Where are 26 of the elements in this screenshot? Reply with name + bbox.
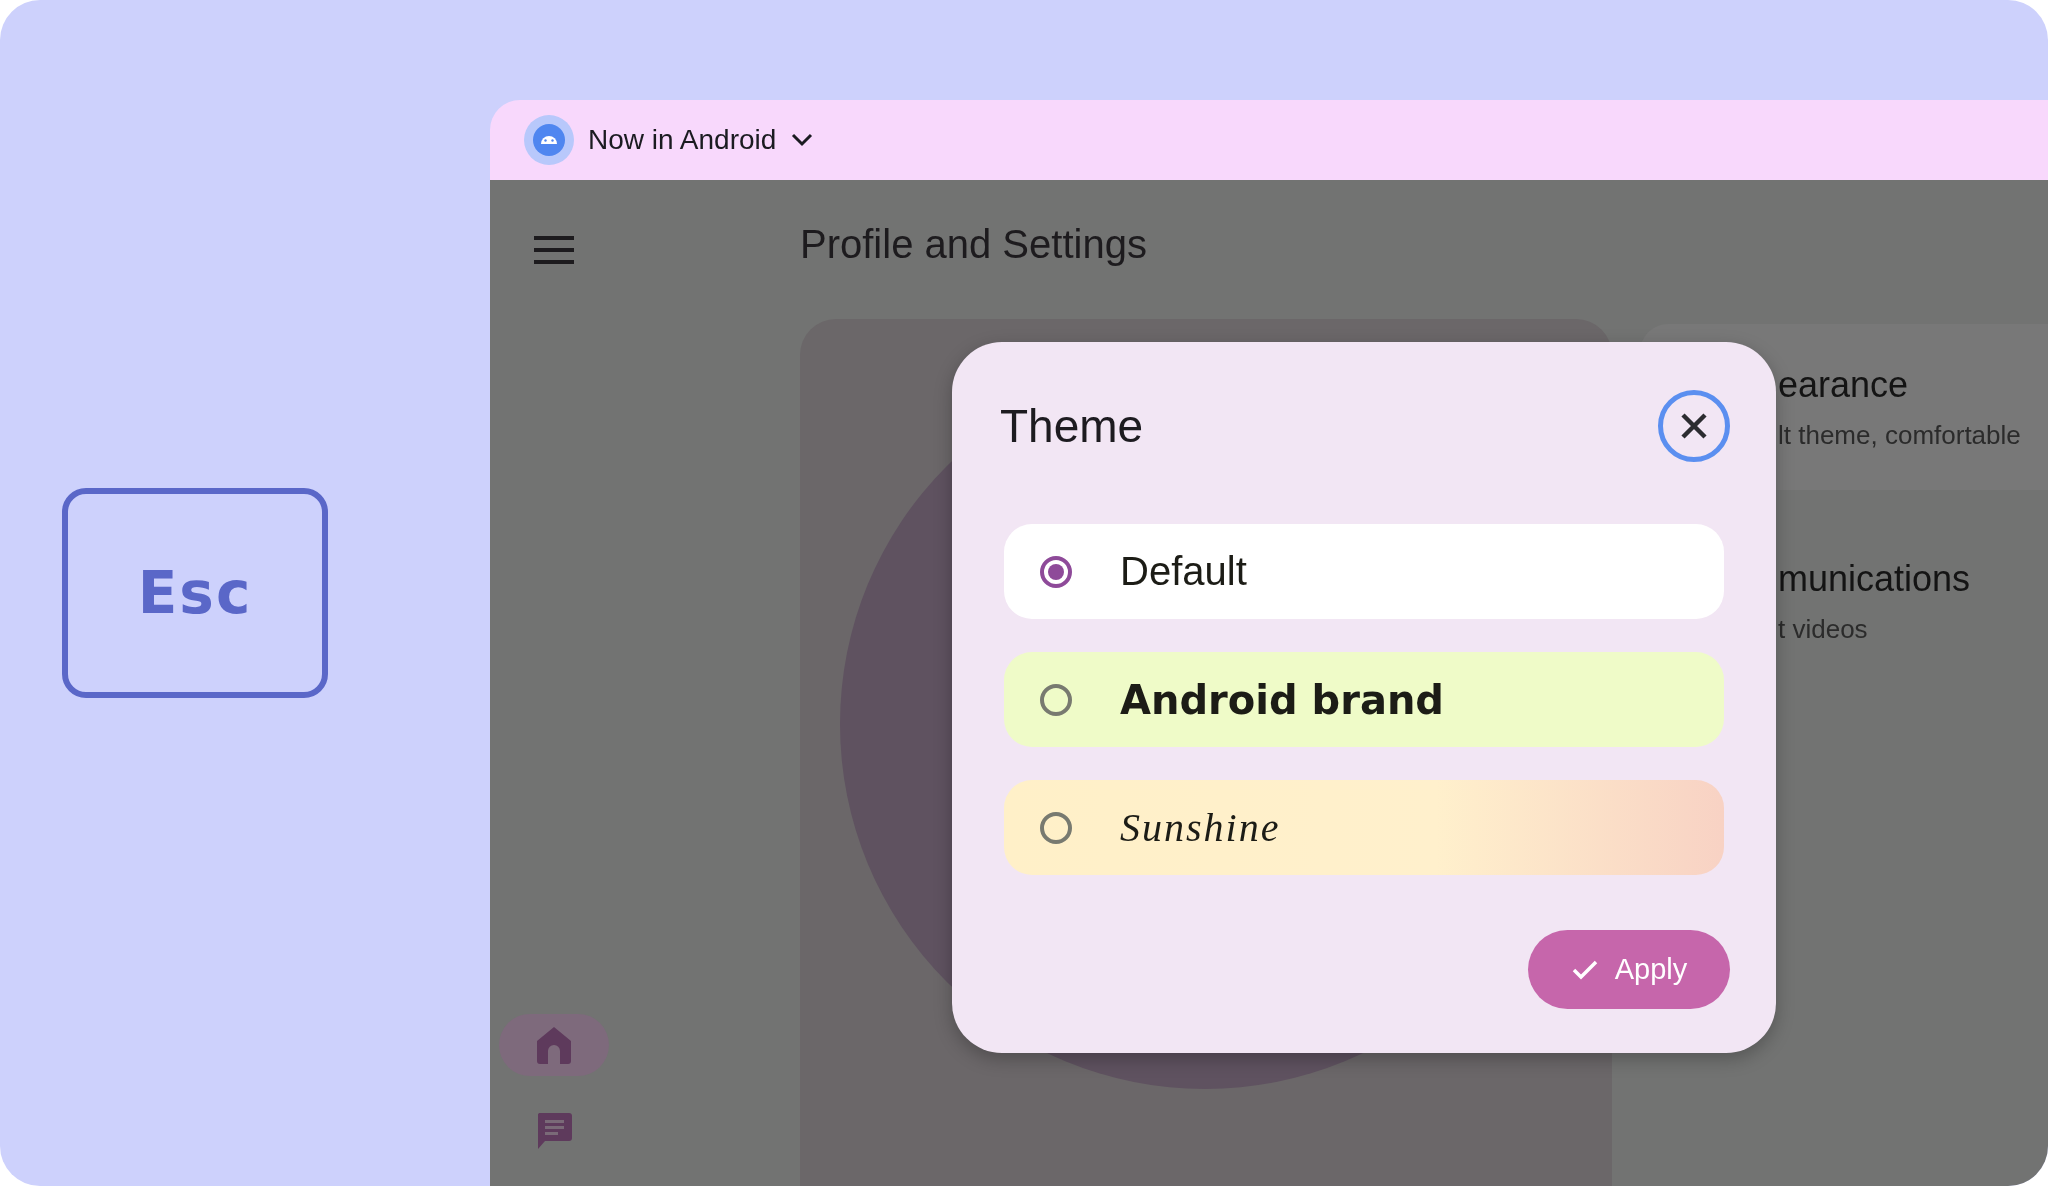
- close-icon: [1680, 412, 1708, 440]
- esc-key: Esc: [62, 488, 328, 698]
- theme-option[interactable]: Android brand: [1004, 652, 1724, 747]
- card-subtitle: lt theme, comfortable: [1778, 419, 2022, 451]
- dialog-title: Theme: [1000, 399, 1144, 453]
- card-title: earance: [1778, 363, 1910, 406]
- chevron-down-icon[interactable]: [790, 132, 815, 148]
- android-logo-icon: [524, 115, 574, 165]
- check-icon: [1570, 958, 1599, 981]
- close-button[interactable]: [1658, 390, 1730, 462]
- theme-option[interactable]: Default: [1004, 524, 1724, 619]
- home-icon: [535, 1025, 573, 1065]
- option-label: Android brand: [1120, 676, 1444, 723]
- radio-button[interactable]: [1040, 555, 1072, 588]
- app-title[interactable]: Now in Android: [588, 124, 777, 156]
- message-icon: [535, 1111, 573, 1151]
- radio-button[interactable]: [1040, 683, 1072, 716]
- menu-icon: [534, 236, 574, 264]
- apply-button[interactable]: Apply: [1528, 930, 1730, 1009]
- radio-button[interactable]: [1040, 811, 1072, 844]
- option-label: Sunshine: [1120, 804, 1281, 851]
- page-title: Profile and Settings: [800, 222, 1148, 268]
- card-title: munications: [1778, 557, 1972, 600]
- theme-option[interactable]: Sunshine: [1004, 780, 1724, 875]
- card-subtitle: t videos: [1778, 613, 1869, 645]
- option-label: Default: [1120, 549, 1247, 594]
